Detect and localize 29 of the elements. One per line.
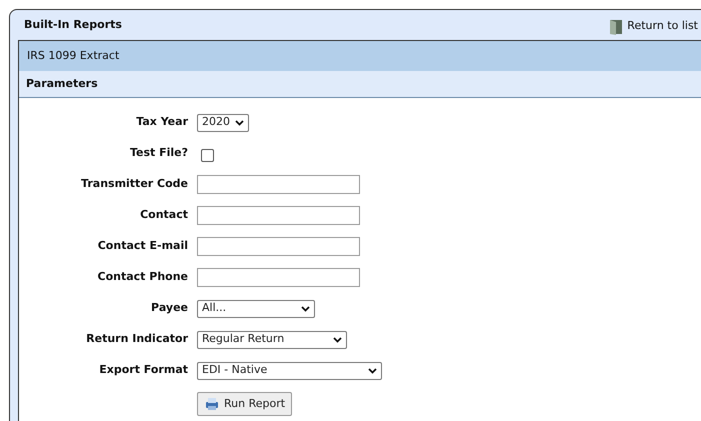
field-label: Payee [150, 300, 189, 316]
dropdown[interactable]: 2020 [197, 114, 249, 132]
dropdown[interactable]: Regular Return [197, 330, 347, 348]
field-label: Contact [139, 207, 189, 224]
chevron-icon [301, 306, 310, 312]
printer-icon [204, 397, 220, 411]
input-field[interactable] [197, 175, 360, 194]
dropdown[interactable]: All... [197, 300, 315, 318]
field-label: Transmitter Code [80, 176, 189, 192]
chevron-icon [235, 120, 244, 126]
field-label: Contact Phone [96, 269, 189, 286]
input-field[interactable] [197, 206, 360, 225]
chevron-icon [368, 368, 377, 374]
door-icon [609, 18, 624, 34]
report-title: IRS 1099 Extract [27, 48, 120, 64]
section-title: Parameters [26, 76, 98, 92]
field-label: Test File? [128, 145, 189, 162]
field-label: Tax Year [135, 114, 189, 130]
input-field[interactable] [197, 268, 360, 287]
return-link[interactable]: Return to list [609, 18, 698, 35]
field-label: Export Format [98, 362, 189, 378]
run-report-button[interactable]: Run Report [197, 392, 292, 416]
input-field[interactable] [197, 237, 360, 256]
dropdown[interactable]: EDI - Native [197, 362, 382, 380]
field-label: Return Indicator [85, 331, 189, 348]
panel-title: Built-In Reports [24, 16, 122, 33]
chevron-icon [333, 336, 342, 342]
field-label: Contact E-mail [96, 238, 189, 254]
checkbox[interactable] [201, 149, 214, 162]
